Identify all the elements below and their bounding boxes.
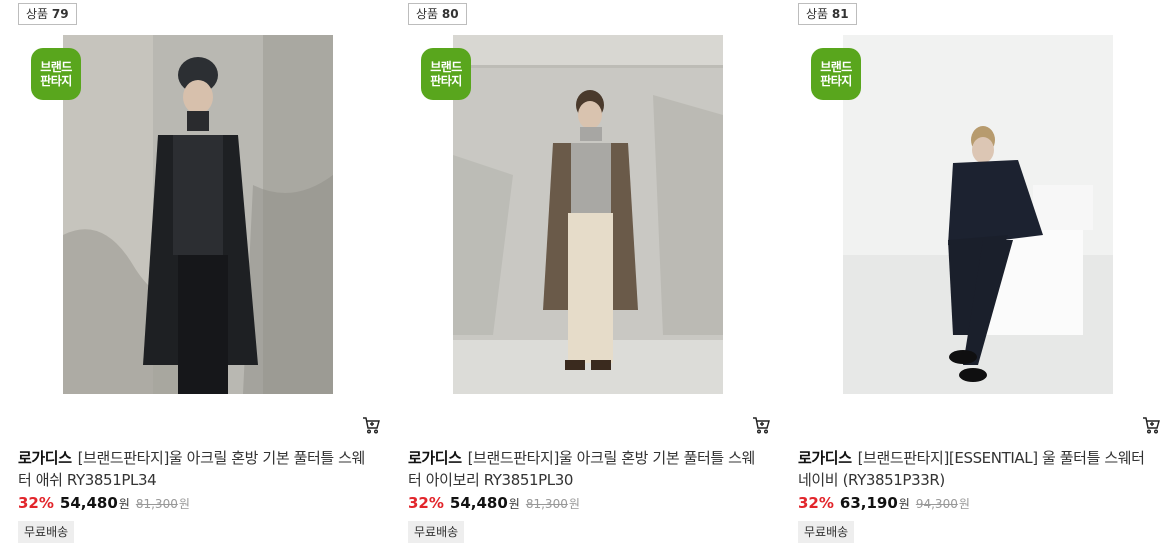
currency: 원: [508, 497, 520, 511]
sale-price: 54,480: [449, 494, 508, 512]
price-row: 32% 63,190원 94,300원: [798, 493, 970, 514]
product-image[interactable]: [843, 35, 1113, 394]
sale-price: 63,190: [839, 494, 898, 512]
price-row: 32% 54,480원 81,300원: [408, 493, 580, 514]
product-number: 80: [441, 7, 459, 21]
product-title[interactable]: 로가디스 [브랜드판타지]울 아크릴 혼방 기본 풀터틀 스웨터 아이보리 RY3…: [408, 447, 768, 491]
brand-fantasy-badge: 브랜드 판타지: [421, 48, 471, 100]
currency: 원: [118, 497, 130, 511]
product-card[interactable]: 상품 79 브랜드 판타지 로가디스 [브랜드판타지]울 아크릴 혼방 기본 풀…: [18, 0, 388, 554]
product-number: 79: [51, 7, 69, 21]
brand-badge-line1: 브랜드: [40, 60, 72, 74]
product-number-label: 상품: [416, 7, 439, 21]
product-brand: 로가디스: [408, 449, 462, 467]
brand-badge-line2: 판타지: [820, 74, 852, 88]
original-currency: 원: [958, 497, 970, 511]
product-brand: 로가디스: [798, 449, 852, 467]
product-image[interactable]: [453, 35, 723, 394]
product-number-badge: 상품 80: [408, 3, 467, 25]
cart-icon[interactable]: [362, 416, 380, 434]
original-price: 94,300: [915, 497, 958, 511]
free-shipping-tag: 무료배송: [408, 521, 465, 543]
product-number-label: 상품: [26, 7, 49, 21]
original-price: 81,300: [525, 497, 568, 511]
discount-rate: 32%: [18, 494, 54, 512]
price-row: 32% 54,480원 81,300원: [18, 493, 190, 514]
product-card[interactable]: 상품 80 브랜드 판타지 로가디스 [브랜드판타지]울 아크릴 혼방 기본 풀…: [408, 0, 778, 554]
sale-price: 54,480: [59, 494, 118, 512]
free-shipping-tag: 무료배송: [798, 521, 855, 543]
product-image[interactable]: [63, 35, 333, 394]
original-currency: 원: [178, 497, 190, 511]
free-shipping-tag: 무료배송: [18, 521, 75, 543]
brand-badge-line1: 브랜드: [820, 60, 852, 74]
brand-fantasy-badge: 브랜드 판타지: [811, 48, 861, 100]
brand-badge-line2: 판타지: [430, 74, 462, 88]
product-number-badge: 상품 79: [18, 3, 77, 25]
product-number-badge: 상품 81: [798, 3, 857, 25]
discount-rate: 32%: [408, 494, 444, 512]
product-grid: 상품 79 브랜드 판타지 로가디스 [브랜드판타지]울 아크릴 혼방 기본 풀…: [0, 0, 1170, 554]
original-price: 81,300: [135, 497, 178, 511]
product-number-label: 상품: [806, 7, 829, 21]
product-brand: 로가디스: [18, 449, 72, 467]
brand-fantasy-badge: 브랜드 판타지: [31, 48, 81, 100]
cart-icon[interactable]: [752, 416, 770, 434]
product-number: 81: [831, 7, 849, 21]
original-currency: 원: [568, 497, 580, 511]
product-card[interactable]: 상품 81 브랜드 판타지 로가디스 [브랜드판타지][ESSENTIAL] 울…: [798, 0, 1168, 554]
discount-rate: 32%: [798, 494, 834, 512]
product-title[interactable]: 로가디스 [브랜드판타지]울 아크릴 혼방 기본 풀터틀 스웨터 애쉬 RY385…: [18, 447, 378, 491]
brand-badge-line1: 브랜드: [430, 60, 462, 74]
brand-badge-line2: 판타지: [40, 74, 72, 88]
cart-icon[interactable]: [1142, 416, 1160, 434]
product-title[interactable]: 로가디스 [브랜드판타지][ESSENTIAL] 울 풀터틀 스웨터 네이비 (R…: [798, 447, 1158, 491]
currency: 원: [898, 497, 910, 511]
